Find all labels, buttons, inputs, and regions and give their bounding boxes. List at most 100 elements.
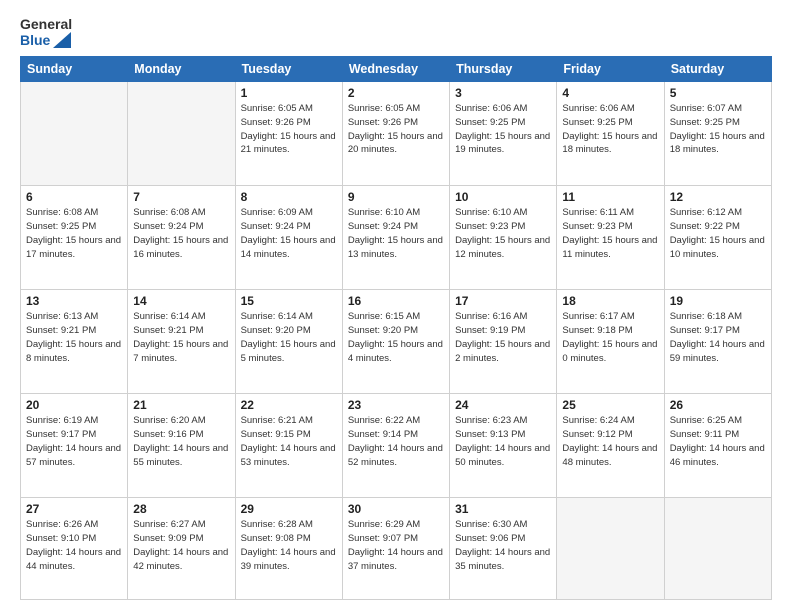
day-number: 10: [455, 190, 551, 204]
weekday-header-wednesday: Wednesday: [342, 57, 449, 82]
day-info: Sunrise: 6:26 AM Sunset: 9:10 PM Dayligh…: [26, 518, 122, 573]
day-info: Sunrise: 6:28 AM Sunset: 9:08 PM Dayligh…: [241, 518, 337, 573]
logo-general: General: [20, 16, 72, 32]
calendar-day-cell: 18Sunrise: 6:17 AM Sunset: 9:18 PM Dayli…: [557, 290, 664, 394]
calendar-day-cell: 15 Sunrise: 6:14 AM Sunset: 9:20 PM Dayli…: [235, 290, 342, 394]
day-number: 18: [562, 294, 658, 308]
calendar-day-cell: 21Sunrise: 6:20 AM Sunset: 9:16 PM Dayli…: [128, 394, 235, 498]
calendar-day-cell: 25 Sunrise: 6:24 AM Sunset: 9:12 PM Dayli…: [557, 394, 664, 498]
day-number: 16: [348, 294, 444, 308]
day-info: Sunrise: 6:10 AM Sunset: 9:23 PM Dayligh…: [455, 206, 551, 261]
day-info: Sunrise: 6:20 AM Sunset: 9:16 PM Dayligh…: [133, 414, 229, 469]
calendar-table: SundayMondayTuesdayWednesdayThursdayFrid…: [20, 56, 772, 600]
calendar-day-cell: 17 Sunrise: 6:16 AM Sunset: 9:19 PM Dayli…: [450, 290, 557, 394]
day-info: Sunrise: 6:14 AM Sunset: 9:21 PM Dayligh…: [133, 310, 229, 365]
calendar-week-row: 6 Sunrise: 6:08 AM Sunset: 9:25 PM Daylig…: [21, 186, 772, 290]
day-number: 23: [348, 398, 444, 412]
calendar-day-cell: [128, 82, 235, 186]
calendar-day-cell: 3 Sunrise: 6:06 AM Sunset: 9:25 PM Daylig…: [450, 82, 557, 186]
day-info: Sunrise: 6:24 AM Sunset: 9:12 PM Dayligh…: [562, 414, 658, 469]
day-info: Sunrise: 6:13 AM Sunset: 9:21 PM Dayligh…: [26, 310, 122, 365]
calendar-day-cell: 2Sunrise: 6:05 AM Sunset: 9:26 PM Daylig…: [342, 82, 449, 186]
day-info: Sunrise: 6:23 AM Sunset: 9:13 PM Dayligh…: [455, 414, 551, 469]
logo-blue: Blue: [20, 32, 72, 48]
day-info: Sunrise: 6:08 AM Sunset: 9:25 PM Dayligh…: [26, 206, 122, 261]
day-number: 6: [26, 190, 122, 204]
weekday-header-tuesday: Tuesday: [235, 57, 342, 82]
day-info: Sunrise: 6:07 AM Sunset: 9:25 PM Dayligh…: [670, 102, 766, 157]
calendar-day-cell: 29 Sunrise: 6:28 AM Sunset: 9:08 PM Dayli…: [235, 498, 342, 600]
calendar-day-cell: [557, 498, 664, 600]
day-info: Sunrise: 6:15 AM Sunset: 9:20 PM Dayligh…: [348, 310, 444, 365]
calendar-day-cell: 7Sunrise: 6:08 AM Sunset: 9:24 PM Daylig…: [128, 186, 235, 290]
day-number: 29: [241, 502, 337, 516]
day-number: 25: [562, 398, 658, 412]
day-number: 3: [455, 86, 551, 100]
day-number: 26: [670, 398, 766, 412]
weekday-header-row: SundayMondayTuesdayWednesdayThursdayFrid…: [21, 57, 772, 82]
calendar-day-cell: 6 Sunrise: 6:08 AM Sunset: 9:25 PM Daylig…: [21, 186, 128, 290]
day-info: Sunrise: 6:21 AM Sunset: 9:15 PM Dayligh…: [241, 414, 337, 469]
logo: General Blue: [20, 16, 72, 48]
day-number: 14: [133, 294, 229, 308]
day-info: Sunrise: 6:18 AM Sunset: 9:17 PM Dayligh…: [670, 310, 766, 365]
day-info: Sunrise: 6:14 AM Sunset: 9:20 PM Dayligh…: [241, 310, 337, 365]
day-info: Sunrise: 6:12 AM Sunset: 9:22 PM Dayligh…: [670, 206, 766, 261]
day-info: Sunrise: 6:19 AM Sunset: 9:17 PM Dayligh…: [26, 414, 122, 469]
day-number: 5: [670, 86, 766, 100]
day-number: 9: [348, 190, 444, 204]
day-info: Sunrise: 6:05 AM Sunset: 9:26 PM Dayligh…: [241, 102, 337, 157]
calendar-day-cell: 5 Sunrise: 6:07 AM Sunset: 9:25 PM Daylig…: [664, 82, 771, 186]
day-number: 22: [241, 398, 337, 412]
calendar-day-cell: 14 Sunrise: 6:14 AM Sunset: 9:21 PM Dayli…: [128, 290, 235, 394]
day-info: Sunrise: 6:25 AM Sunset: 9:11 PM Dayligh…: [670, 414, 766, 469]
calendar-day-cell: [664, 498, 771, 600]
calendar-day-cell: 23Sunrise: 6:22 AM Sunset: 9:14 PM Dayli…: [342, 394, 449, 498]
day-number: 12: [670, 190, 766, 204]
day-number: 20: [26, 398, 122, 412]
day-number: 4: [562, 86, 658, 100]
calendar-week-row: 13Sunrise: 6:13 AM Sunset: 9:21 PM Dayli…: [21, 290, 772, 394]
calendar-day-cell: 22 Sunrise: 6:21 AM Sunset: 9:15 PM Dayli…: [235, 394, 342, 498]
calendar-day-cell: 1 Sunrise: 6:05 AM Sunset: 9:26 PM Daylig…: [235, 82, 342, 186]
day-info: Sunrise: 6:05 AM Sunset: 9:26 PM Dayligh…: [348, 102, 444, 157]
calendar-day-cell: 13Sunrise: 6:13 AM Sunset: 9:21 PM Dayli…: [21, 290, 128, 394]
day-number: 11: [562, 190, 658, 204]
logo-triangle-icon: [53, 32, 71, 48]
weekday-header-sunday: Sunday: [21, 57, 128, 82]
weekday-header-monday: Monday: [128, 57, 235, 82]
day-number: 28: [133, 502, 229, 516]
calendar-week-row: 20 Sunrise: 6:19 AM Sunset: 9:17 PM Dayli…: [21, 394, 772, 498]
day-number: 15: [241, 294, 337, 308]
header: General Blue: [20, 16, 772, 48]
day-number: 27: [26, 502, 122, 516]
calendar-day-cell: 4 Sunrise: 6:06 AM Sunset: 9:25 PM Daylig…: [557, 82, 664, 186]
calendar-day-cell: 19 Sunrise: 6:18 AM Sunset: 9:17 PM Dayli…: [664, 290, 771, 394]
weekday-header-thursday: Thursday: [450, 57, 557, 82]
day-info: Sunrise: 6:16 AM Sunset: 9:19 PM Dayligh…: [455, 310, 551, 365]
day-info: Sunrise: 6:11 AM Sunset: 9:23 PM Dayligh…: [562, 206, 658, 261]
day-number: 24: [455, 398, 551, 412]
day-number: 19: [670, 294, 766, 308]
calendar-day-cell: 27 Sunrise: 6:26 AM Sunset: 9:10 PM Dayli…: [21, 498, 128, 600]
day-number: 7: [133, 190, 229, 204]
day-number: 17: [455, 294, 551, 308]
calendar-day-cell: 30Sunrise: 6:29 AM Sunset: 9:07 PM Dayli…: [342, 498, 449, 600]
weekday-header-saturday: Saturday: [664, 57, 771, 82]
day-number: 1: [241, 86, 337, 100]
day-info: Sunrise: 6:09 AM Sunset: 9:24 PM Dayligh…: [241, 206, 337, 261]
calendar-day-cell: 28 Sunrise: 6:27 AM Sunset: 9:09 PM Dayli…: [128, 498, 235, 600]
calendar-day-cell: 10 Sunrise: 6:10 AM Sunset: 9:23 PM Dayli…: [450, 186, 557, 290]
day-info: Sunrise: 6:27 AM Sunset: 9:09 PM Dayligh…: [133, 518, 229, 573]
calendar-day-cell: [21, 82, 128, 186]
calendar-day-cell: 11 Sunrise: 6:11 AM Sunset: 9:23 PM Dayli…: [557, 186, 664, 290]
day-info: Sunrise: 6:06 AM Sunset: 9:25 PM Dayligh…: [562, 102, 658, 157]
day-info: Sunrise: 6:06 AM Sunset: 9:25 PM Dayligh…: [455, 102, 551, 157]
calendar-day-cell: 31Sunrise: 6:30 AM Sunset: 9:06 PM Dayli…: [450, 498, 557, 600]
weekday-header-friday: Friday: [557, 57, 664, 82]
day-number: 8: [241, 190, 337, 204]
calendar-day-cell: 16 Sunrise: 6:15 AM Sunset: 9:20 PM Dayli…: [342, 290, 449, 394]
day-info: Sunrise: 6:30 AM Sunset: 9:06 PM Dayligh…: [455, 518, 551, 573]
day-number: 30: [348, 502, 444, 516]
calendar-day-cell: 12 Sunrise: 6:12 AM Sunset: 9:22 PM Dayli…: [664, 186, 771, 290]
